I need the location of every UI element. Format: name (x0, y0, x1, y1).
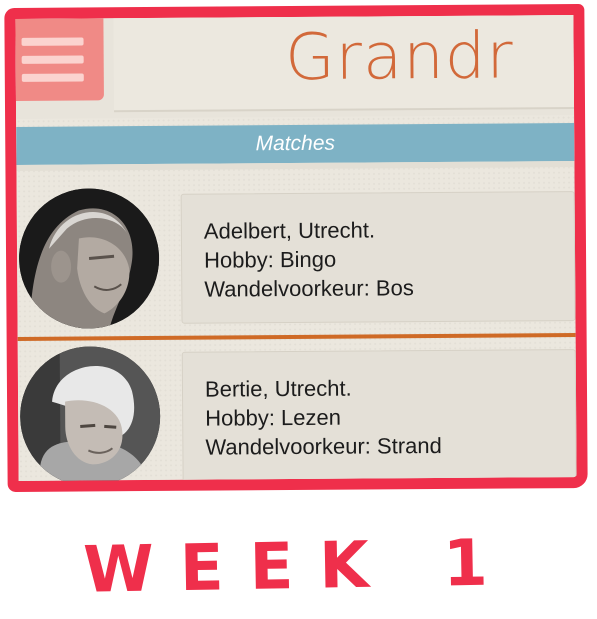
menu-icon-bar (21, 55, 84, 64)
week-caption: WEEK 1 (82, 526, 515, 608)
match-walk-preference: Wandelvoorkeur: Bos (204, 275, 414, 302)
matches-bar: Matches (16, 123, 575, 165)
match-name: Adelbert, Utrecht. (203, 217, 376, 244)
avatar (19, 345, 161, 487)
menu-button[interactable] (15, 18, 104, 101)
menu-icon-bar (21, 73, 84, 82)
match-item[interactable]: Bertie, Utrecht. Hobby: Lezen Wandelvoor… (18, 341, 577, 492)
logo-panel: Grandr (113, 15, 575, 113)
match-card[interactable]: Bertie, Utrecht. Hobby: Lezen Wandelvoor… (181, 349, 577, 482)
elderly-woman-photo (19, 345, 161, 487)
app-logo: Grandr (284, 19, 514, 96)
matches-title: Matches (255, 131, 336, 156)
match-walk-preference: Wandelvoorkeur: Strand (205, 432, 442, 460)
menu-icon-bar (21, 37, 84, 46)
elderly-man-photo (18, 187, 160, 329)
match-hobby: Hobby: Bingo (203, 246, 337, 273)
avatar (18, 187, 160, 329)
match-name: Bertie, Utrecht. (204, 375, 352, 402)
app-screen: Grandr Matches Adelbert, Utrecht. Hobby:… (15, 15, 577, 487)
match-hobby: Hobby: Lezen (205, 404, 342, 431)
match-card[interactable]: Adelbert, Utrecht. Hobby: Bingo Wandelvo… (180, 191, 576, 324)
match-item[interactable]: Adelbert, Utrecht. Hobby: Bingo Wandelvo… (17, 183, 576, 337)
header: Grandr (15, 15, 575, 119)
sketch-frame: Grandr Matches Adelbert, Utrecht. Hobby:… (4, 3, 588, 493)
